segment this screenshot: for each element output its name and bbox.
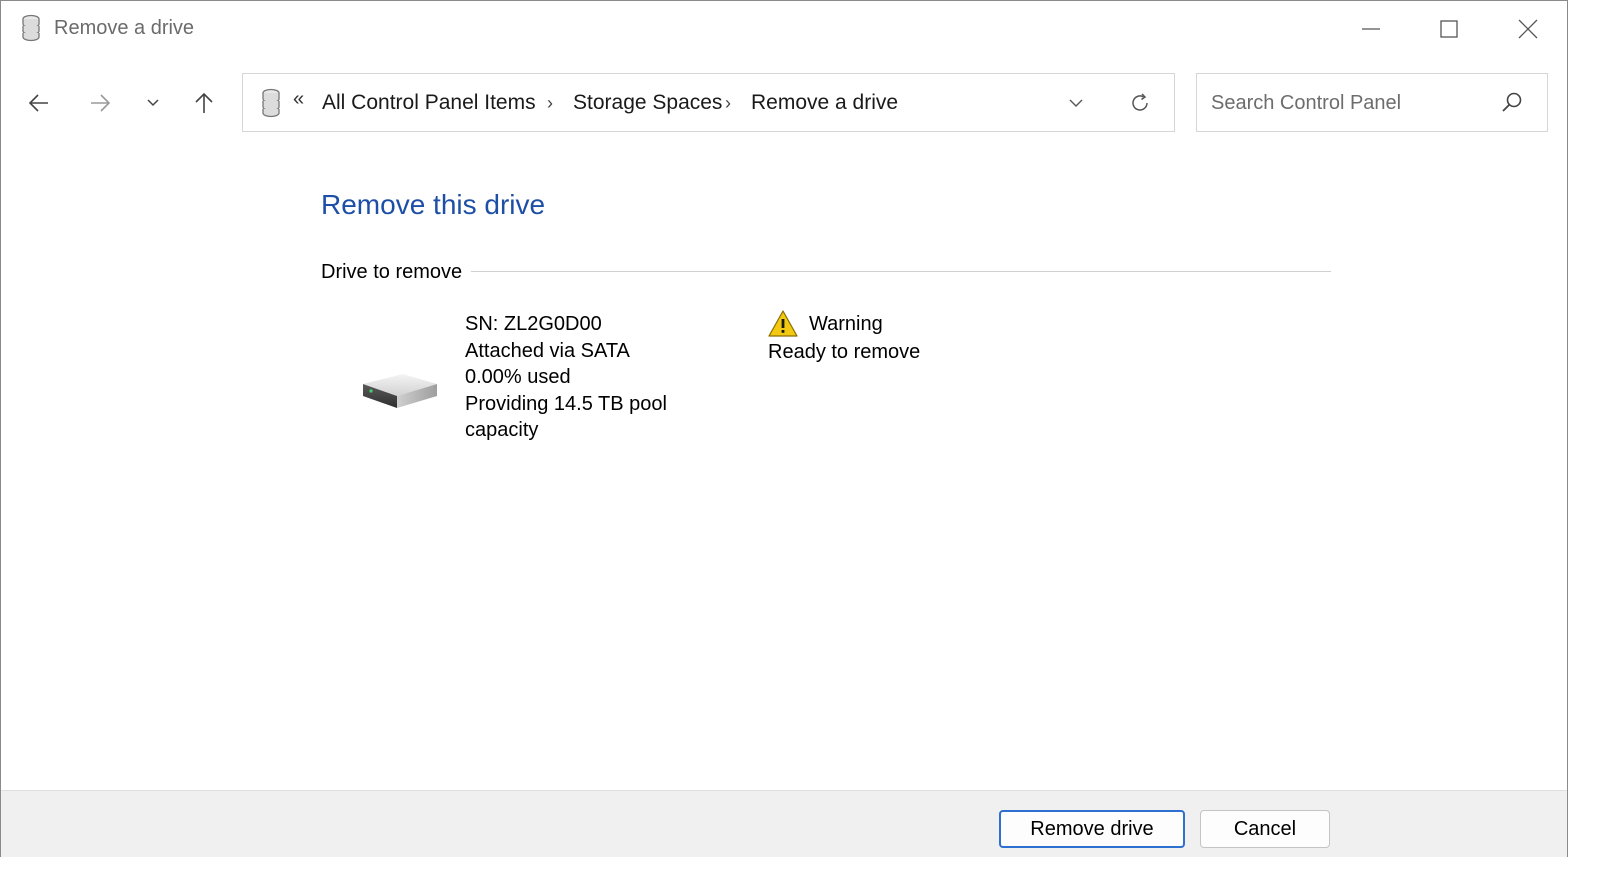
breadcrumb-remove-a-drive[interactable]: Remove a drive bbox=[751, 91, 898, 115]
drive-usage: 0.00% used bbox=[465, 366, 571, 388]
breadcrumb-storage-spaces[interactable]: Storage Spaces bbox=[573, 91, 722, 115]
close-button[interactable] bbox=[1498, 9, 1558, 49]
minimize-button[interactable] bbox=[1341, 9, 1401, 49]
chevron-down-icon bbox=[1069, 99, 1083, 107]
search-box[interactable] bbox=[1196, 73, 1548, 132]
arrow-right-icon bbox=[91, 94, 111, 112]
refresh-button[interactable] bbox=[1125, 88, 1155, 118]
hard-drive-icon bbox=[359, 366, 441, 416]
maximize-button[interactable] bbox=[1419, 9, 1479, 49]
drive-serial: SN: ZL2G0D00 bbox=[465, 313, 602, 335]
status-detail: Ready to remove bbox=[768, 341, 921, 363]
up-button[interactable] bbox=[184, 83, 224, 123]
chevron-down-icon bbox=[147, 99, 159, 107]
back-button[interactable] bbox=[19, 83, 59, 123]
search-icon[interactable] bbox=[1499, 90, 1525, 116]
breadcrumb-separator[interactable]: › bbox=[725, 93, 731, 114]
drive-capacity: Providing 14.5 TB pool capacity bbox=[465, 392, 667, 442]
refresh-icon bbox=[1132, 93, 1148, 111]
minimize-icon bbox=[1362, 28, 1380, 30]
arrow-up-icon bbox=[195, 92, 213, 113]
forward-button[interactable] bbox=[80, 83, 120, 123]
breadcrumb-all-control-panel-items[interactable]: All Control Panel Items bbox=[322, 91, 536, 115]
remove-drive-window: Remove a drive « All Control Panel Items… bbox=[0, 0, 1568, 857]
window-title: Remove a drive bbox=[54, 17, 195, 39]
page-title: Remove this drive bbox=[321, 189, 546, 220]
storage-spaces-icon bbox=[21, 14, 41, 42]
group-label: Drive to remove bbox=[321, 261, 467, 284]
drive-connection: Attached via SATA bbox=[465, 339, 630, 362]
maximize-icon bbox=[1440, 20, 1458, 38]
title-bar: Remove a drive bbox=[1, 1, 1567, 55]
breadcrumb-separator[interactable]: › bbox=[547, 93, 553, 114]
recent-locations-button[interactable] bbox=[133, 83, 173, 123]
cancel-button[interactable]: Cancel bbox=[1200, 810, 1330, 848]
close-icon bbox=[1518, 19, 1538, 39]
storage-spaces-icon bbox=[261, 88, 281, 118]
remove-drive-button[interactable]: Remove drive bbox=[999, 810, 1185, 848]
arrow-left-icon bbox=[28, 94, 48, 112]
status-label: Warning bbox=[809, 313, 883, 335]
address-bar[interactable]: « All Control Panel Items › Storage Spac… bbox=[242, 73, 1175, 132]
warning-icon bbox=[768, 309, 798, 339]
group-divider bbox=[471, 271, 1331, 272]
search-input[interactable] bbox=[1211, 89, 1491, 117]
drive-details: SN: ZL2G0D00 Attached via SATA 0.00% use… bbox=[465, 311, 725, 444]
address-history-dropdown[interactable] bbox=[1061, 88, 1091, 118]
footer-bar: Remove drive Cancel bbox=[1, 790, 1567, 857]
breadcrumb-overflow-button[interactable]: « bbox=[293, 88, 304, 111]
